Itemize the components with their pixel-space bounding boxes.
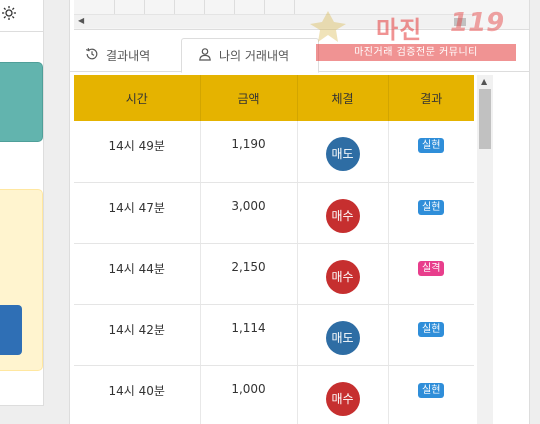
vertical-scroll-thumb[interactable] (479, 89, 491, 149)
blue-action-button[interactable] (0, 305, 22, 355)
watermark: 마진 119 마진거래 검증전문 커뮤니티 (296, 6, 526, 66)
tab-my-trades-label: 나의 거래내역 (219, 49, 290, 63)
gear-icon[interactable] (1, 5, 17, 21)
action-badge: 매수 (325, 259, 360, 294)
table-row: 14시 47분 3,000 매수 실현 (74, 182, 474, 244)
cell-time: 14시 47분 (74, 182, 201, 244)
action-badge: 매도 (325, 320, 360, 355)
tab-result-history-label: 결과내역 (106, 48, 151, 63)
cell-time: 14시 49분 (74, 121, 201, 183)
action-badge: 매도 (325, 137, 360, 171)
result-badge: 실현 (418, 321, 445, 337)
left-divider (0, 31, 44, 32)
action-badge: 매수 (325, 198, 360, 233)
trade-table-container: 시간 금액 체결 결과 14시 49분 1,190 매도 실현 14시 47분 … (74, 75, 474, 424)
table-row: 14시 44분 2,150 매수 실격 (74, 243, 474, 305)
result-badge: 실현 (418, 382, 445, 398)
cell-amount: 2,150 (200, 243, 298, 305)
trade-table: 시간 금액 체결 결과 14시 49분 1,190 매도 실현 14시 47분 … (74, 75, 474, 424)
cell-amount: 1,190 (200, 121, 298, 183)
user-icon (198, 47, 219, 64)
header-time: 시간 (74, 75, 201, 121)
table-header-row: 시간 금액 체결 결과 (74, 75, 474, 121)
header-amount: 금액 (200, 75, 298, 121)
watermark-number: 119 (450, 8, 505, 38)
cell-amount: 1,000 (200, 365, 298, 424)
header-execution: 체결 (297, 75, 389, 121)
teal-card (0, 62, 43, 142)
result-badge: 실현 (418, 138, 445, 153)
table-row: 14시 42분 1,114 매도 실현 (74, 304, 474, 366)
table-row: 14시 40분 1,000 매수 실현 (74, 365, 474, 424)
cell-time: 14시 44분 (74, 243, 201, 305)
vertical-scrollbar[interactable]: ▲ (477, 75, 493, 424)
cell-time: 14시 42분 (74, 304, 201, 366)
header-result: 결과 (388, 75, 474, 121)
result-badge: 실현 (418, 199, 445, 215)
scroll-left-icon[interactable]: ◀ (78, 16, 84, 25)
table-row: 14시 49분 1,190 매도 실현 (74, 121, 474, 183)
cell-time: 14시 40분 (74, 365, 201, 424)
history-icon (85, 47, 106, 64)
watermark-title: 마진 (376, 16, 423, 44)
result-badge: 실격 (418, 260, 445, 276)
action-badge: 매수 (325, 381, 360, 416)
tab-result-history[interactable]: 결과내역 (85, 38, 183, 72)
cell-amount: 3,000 (200, 182, 298, 244)
scroll-up-icon[interactable]: ▲ (481, 77, 487, 86)
watermark-logo (310, 11, 346, 42)
watermark-tagline: 마진거래 검증전문 커뮤니티 (316, 44, 516, 61)
cell-amount: 1,114 (200, 304, 298, 366)
